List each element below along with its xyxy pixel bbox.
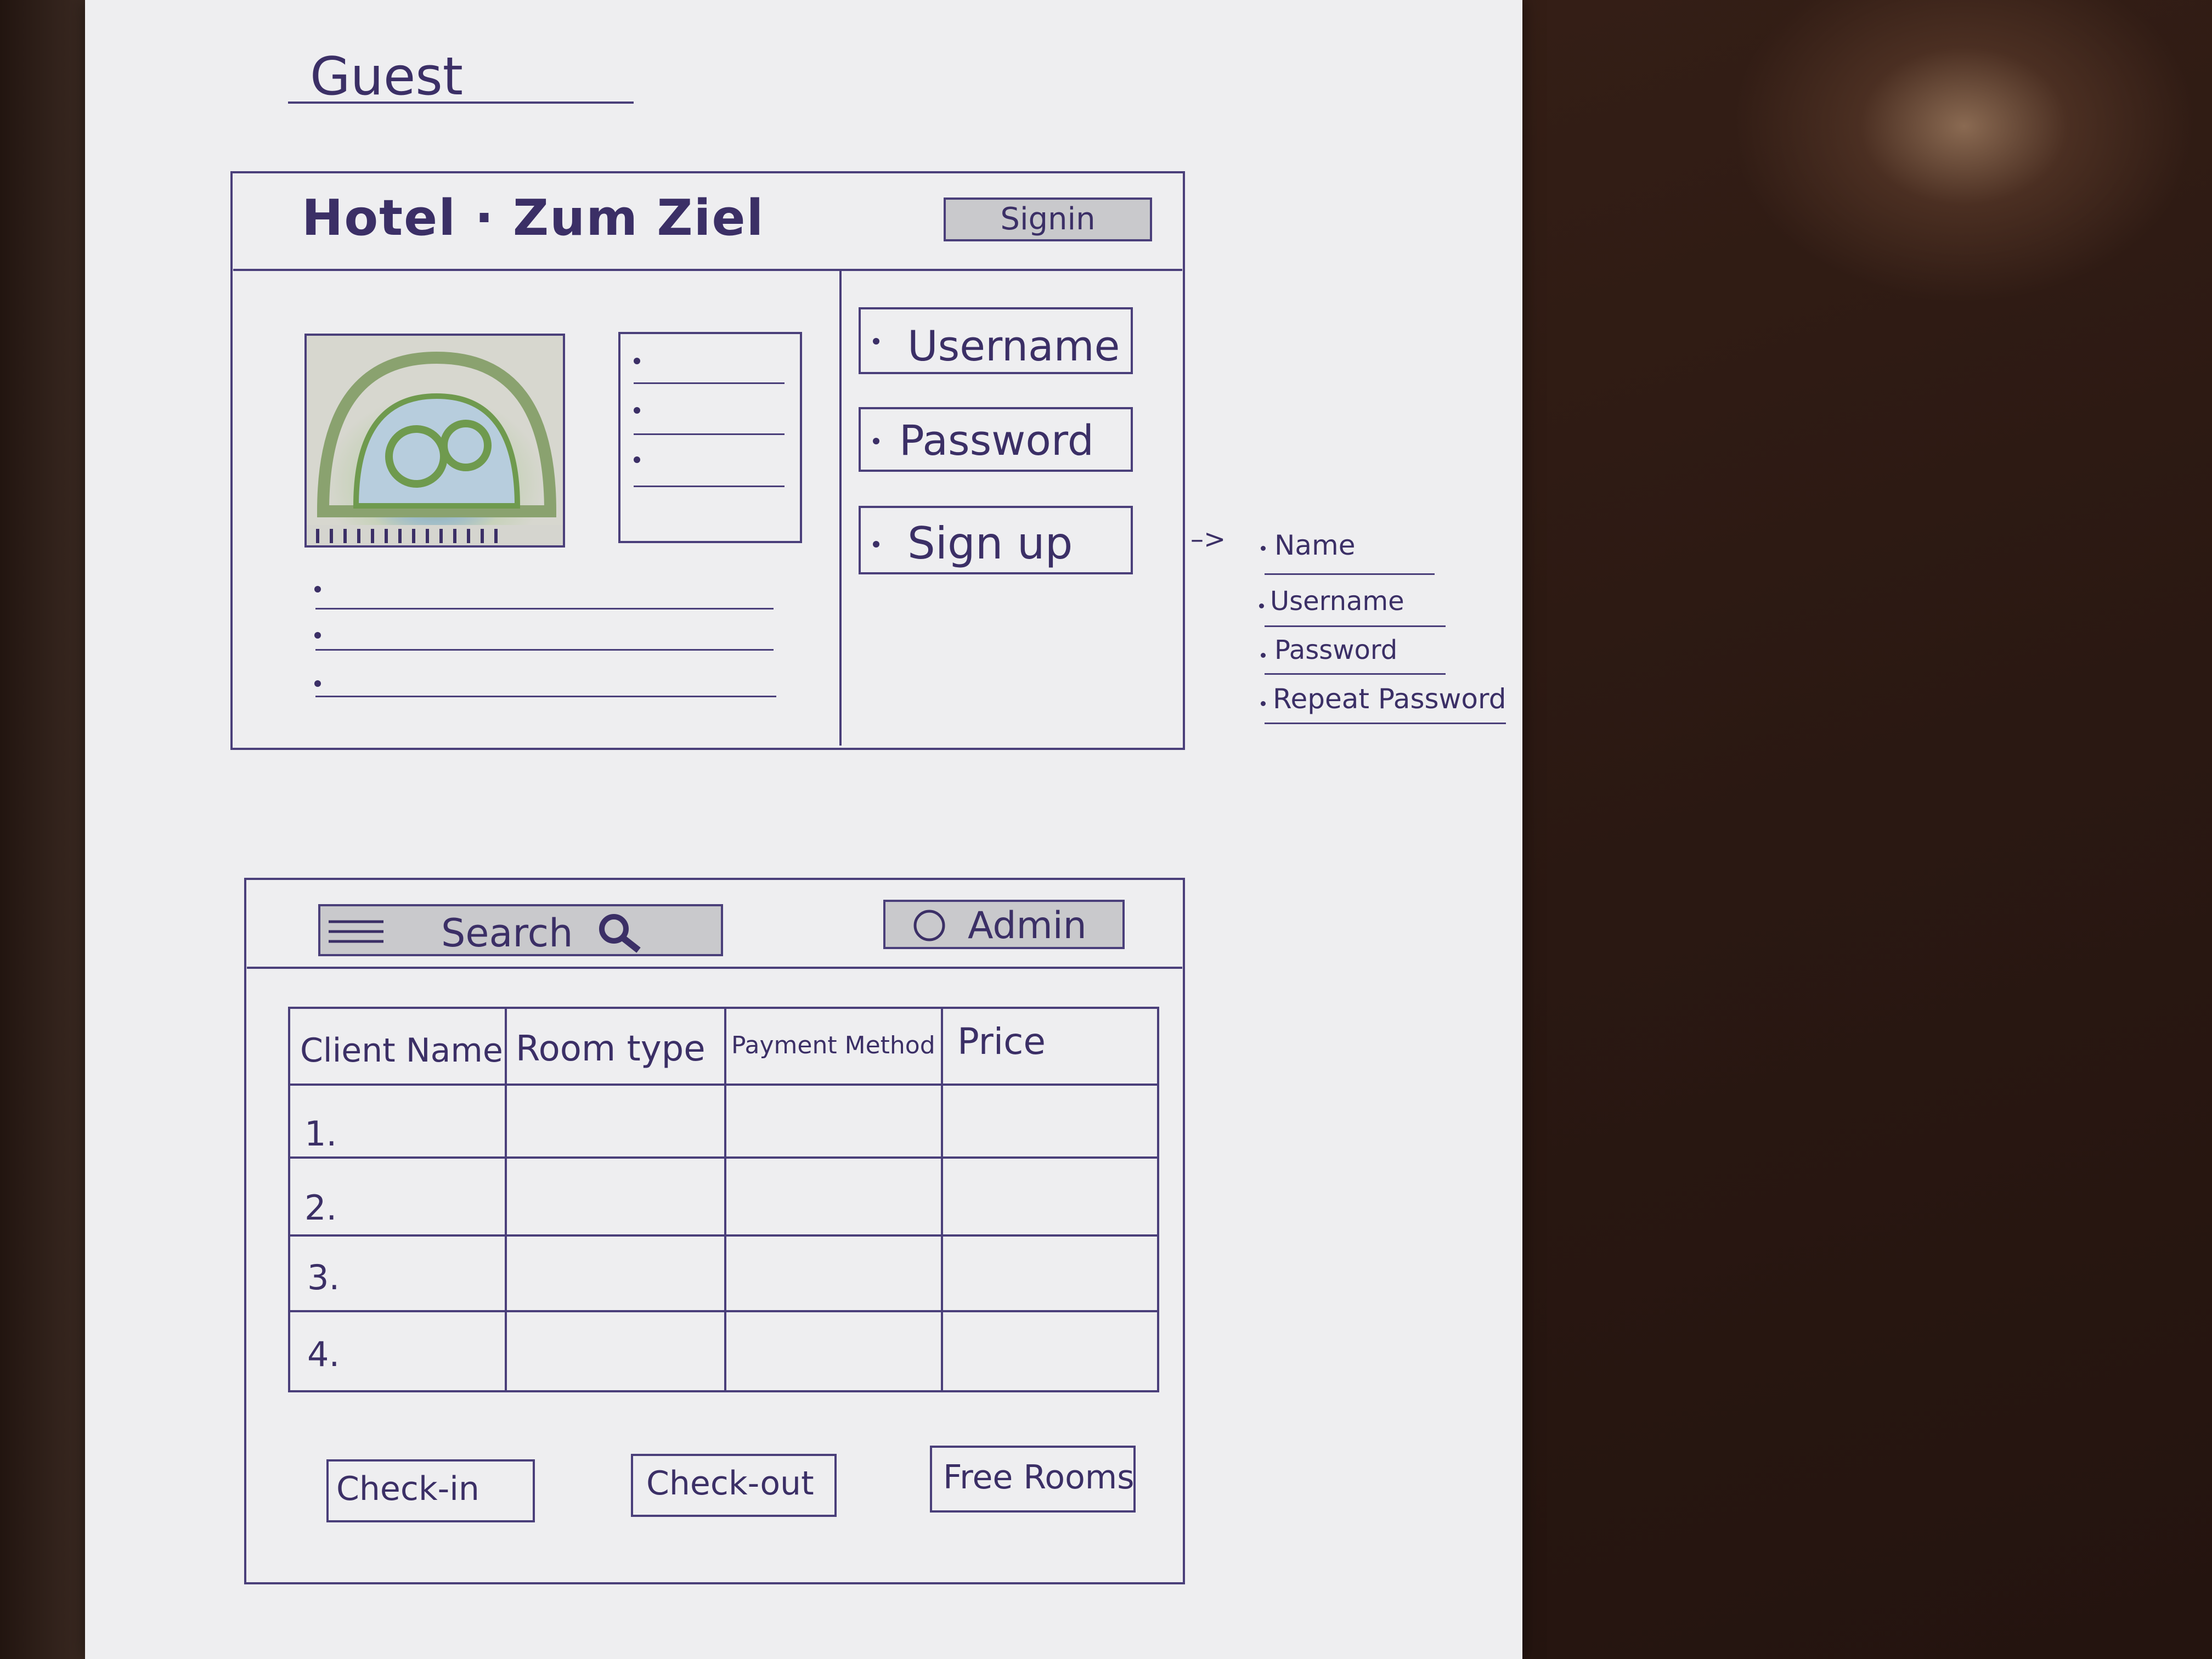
text-line	[634, 486, 785, 487]
table-row-number: 2.	[304, 1188, 337, 1228]
hotel-name: Hotel · Zum Ziel	[302, 189, 765, 247]
table-header-room-type: Room type	[516, 1029, 706, 1069]
radio-icon	[913, 910, 945, 941]
search-label: Search	[441, 911, 573, 956]
table-row-divider	[290, 1234, 1157, 1237]
username-field-label: Username	[907, 321, 1120, 370]
table-header-payment-method: Payment Method	[731, 1031, 935, 1059]
username-field[interactable]: Username	[859, 307, 1133, 374]
checkin-button[interactable]: Check-in	[326, 1459, 535, 1522]
signup-field-repeat-password: Repeat Password	[1273, 683, 1506, 715]
checkout-button[interactable]: Check-out	[631, 1454, 837, 1517]
text-line	[1265, 573, 1435, 575]
login-header-divider	[233, 269, 1182, 271]
text-line	[315, 696, 776, 697]
signup-arrow: –>	[1190, 524, 1226, 555]
text-line	[315, 608, 774, 610]
search-bar[interactable]: Search	[318, 904, 723, 956]
text-line	[1265, 723, 1506, 724]
table-row-number: 3.	[307, 1257, 340, 1297]
signup-field-username: Username	[1270, 586, 1404, 617]
bullet	[634, 358, 640, 364]
menu-icon	[329, 920, 383, 943]
password-field[interactable]: Password	[859, 407, 1133, 472]
free-rooms-button[interactable]: Free Rooms	[930, 1446, 1136, 1513]
admin-button[interactable]: Admin	[883, 900, 1125, 949]
image-placeholder-icon	[304, 334, 565, 548]
table-row-number: 1.	[304, 1114, 337, 1154]
table-row-divider	[290, 1084, 1157, 1086]
bullet	[1261, 653, 1266, 658]
bullet	[1261, 701, 1266, 706]
page-label-underline	[288, 101, 634, 104]
text-line	[1265, 673, 1446, 675]
admin-button-label: Admin	[968, 904, 1087, 947]
details-list-box	[618, 332, 802, 543]
signup-button[interactable]: Sign up	[859, 506, 1133, 574]
bullet	[314, 586, 321, 592]
table-header-price: Price	[957, 1020, 1046, 1063]
table-col-divider	[505, 1009, 507, 1390]
illustration-svg	[307, 351, 563, 545]
desk-left	[0, 0, 88, 1659]
table-row-divider	[290, 1156, 1157, 1159]
text-line	[315, 649, 774, 651]
signup-button-label: Sign up	[907, 518, 1073, 569]
bullet	[634, 407, 640, 414]
text-line	[634, 433, 785, 435]
signin-button[interactable]: Signin	[944, 198, 1152, 241]
table-col-divider	[941, 1009, 943, 1390]
password-field-label: Password	[899, 416, 1094, 465]
table-header-client-name: Client Name	[300, 1031, 503, 1070]
table-row-divider	[290, 1310, 1157, 1312]
bullet	[314, 632, 321, 639]
signup-field-name: Name	[1274, 529, 1356, 561]
bullet	[634, 456, 640, 463]
bullet	[314, 680, 321, 687]
login-column-divider	[839, 271, 842, 746]
sketch-paper: Guest Hotel · Zum Ziel Signin Username P…	[85, 0, 1522, 1659]
text-line	[1265, 625, 1446, 627]
page-label: Guest	[310, 47, 464, 107]
bullet	[1261, 546, 1266, 551]
signup-field-password: Password	[1274, 635, 1398, 665]
table-row-number: 4.	[307, 1334, 340, 1374]
table-col-divider	[724, 1009, 726, 1390]
text-line	[634, 382, 785, 384]
admin-header-divider	[247, 967, 1182, 969]
search-icon	[599, 914, 641, 953]
bullet	[1259, 603, 1264, 608]
